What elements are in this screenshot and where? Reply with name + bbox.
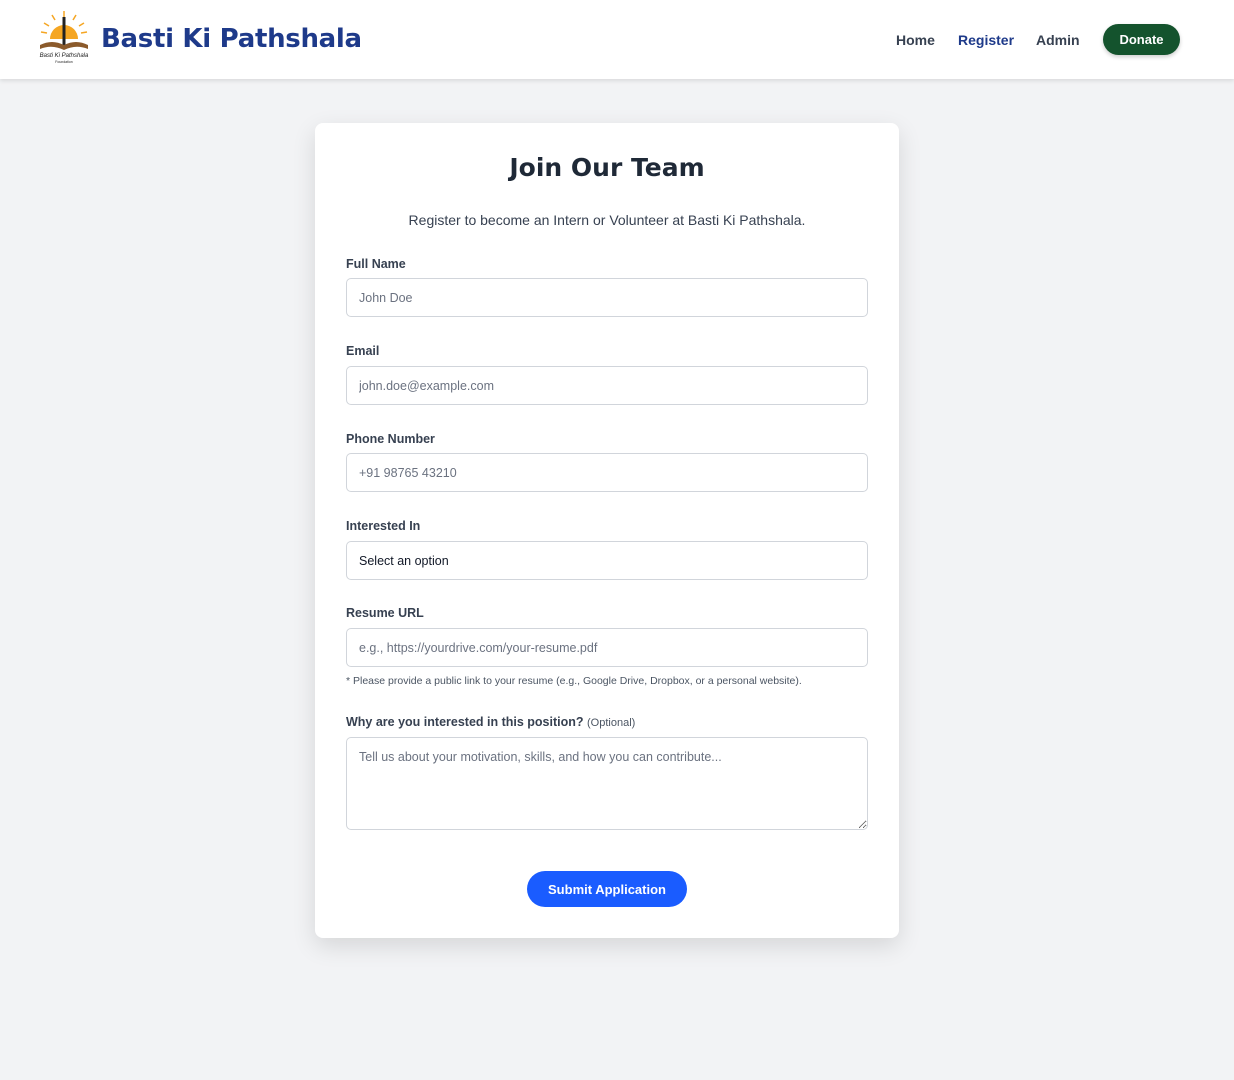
interest-select[interactable]: Select an option	[346, 541, 868, 580]
logo-image[interactable]: Basti Ki Pathshala Foundation	[34, 9, 94, 69]
full-name-input[interactable]	[346, 278, 868, 317]
full-name-label: Full Name	[346, 257, 406, 271]
phone-input[interactable]	[346, 453, 868, 492]
why-label: Why are you interested in this position?…	[346, 715, 635, 729]
svg-text:Foundation: Foundation	[55, 60, 73, 64]
resume-hint: * Please provide a public link to your r…	[346, 675, 802, 687]
registration-card: Join Our Team Register to become an Inte…	[315, 123, 899, 938]
nav-admin[interactable]: Admin	[1036, 32, 1080, 48]
email-label: Email	[346, 344, 380, 358]
svg-text:Basti Ki Pathshala: Basti Ki Pathshala	[40, 53, 89, 59]
page-subtitle: Register to become an Intern or Voluntee…	[408, 212, 806, 228]
interest-label: Interested In	[346, 519, 421, 533]
resume-label: Resume URL	[346, 606, 424, 620]
optional-tag: (Optional)	[587, 717, 636, 729]
site-header: Basti Ki Pathshala Foundation Basti Ki P…	[0, 0, 1234, 79]
resume-url-input[interactable]	[346, 628, 868, 667]
submit-application-button[interactable]: Submit Application	[527, 871, 687, 907]
donate-button[interactable]: Donate	[1103, 24, 1180, 55]
brand-name[interactable]: Basti Ki Pathshala	[101, 24, 362, 54]
nav-home[interactable]: Home	[896, 32, 935, 48]
page-title: Join Our Team	[509, 153, 705, 182]
phone-label: Phone Number	[346, 432, 435, 446]
nav-register[interactable]: Register	[958, 32, 1014, 48]
why-label-text: Why are you interested in this position?	[346, 715, 584, 729]
why-textarea[interactable]	[346, 737, 868, 830]
email-input[interactable]	[346, 366, 868, 405]
